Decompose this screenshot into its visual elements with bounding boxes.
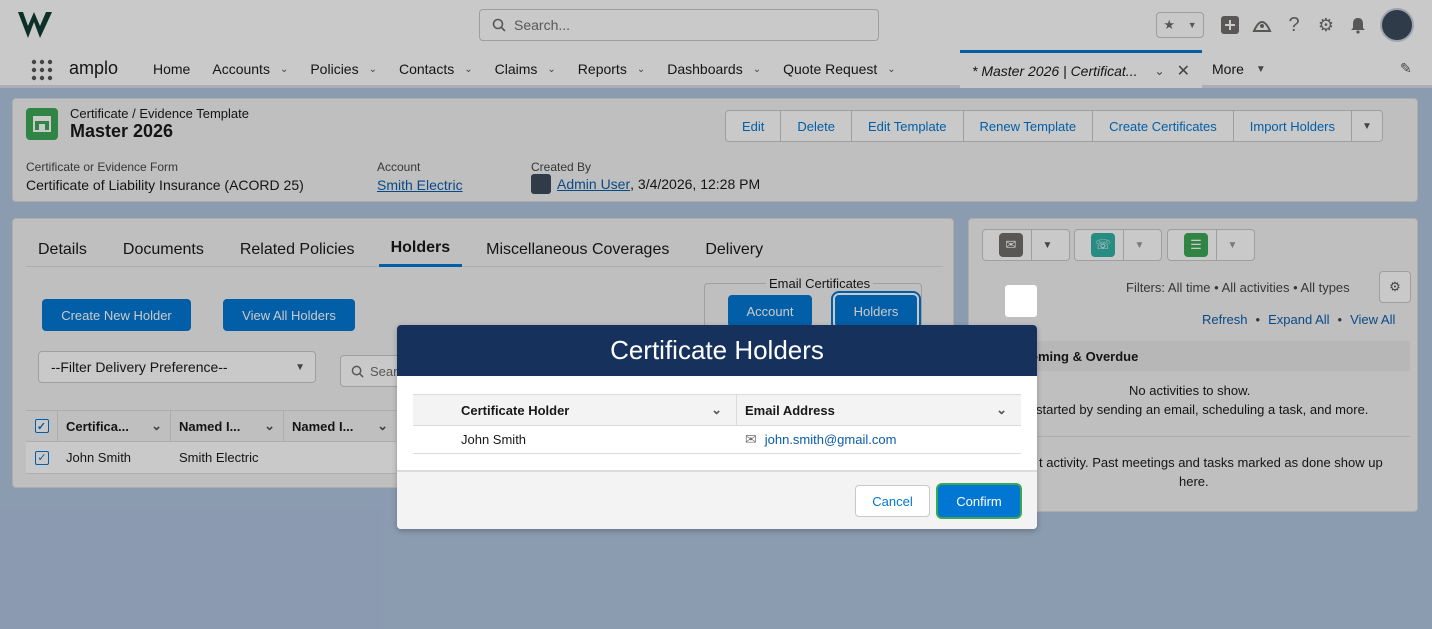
column-header-email-address[interactable]: Email Address ⌄ <box>737 394 1021 426</box>
cancel-button[interactable]: Cancel <box>855 485 930 517</box>
column-header-certificate-holder[interactable]: Certificate Holder ⌄ <box>413 394 737 426</box>
row-holder-name: John Smith <box>461 432 527 447</box>
chevron-down-icon[interactable]: ⌄ <box>711 402 722 418</box>
modal-title: Certificate Holders <box>397 325 1037 376</box>
column-label: Certificate Holder <box>461 402 570 418</box>
row-email-cell: ✉ john.smith@gmail.com <box>745 431 896 448</box>
email-icon: ✉ <box>745 431 757 447</box>
column-label: Email Address <box>745 402 835 418</box>
table-row: John Smith ✉ john.smith@gmail.com <box>413 426 1021 454</box>
confirm-button[interactable]: Confirm <box>938 485 1020 517</box>
modal-backdrop[interactable] <box>0 0 1432 629</box>
modal-footer: Cancel Confirm <box>397 470 1037 529</box>
certificate-holders-modal: Certificate Holders Certificate Holder ⌄… <box>397 325 1037 529</box>
modal-table-header: Certificate Holder ⌄ Email Address ⌄ <box>413 394 1021 426</box>
chevron-down-icon[interactable]: ⌄ <box>996 402 1007 418</box>
focus-placeholder-box <box>1005 285 1037 317</box>
email-link[interactable]: john.smith@gmail.com <box>765 432 897 447</box>
